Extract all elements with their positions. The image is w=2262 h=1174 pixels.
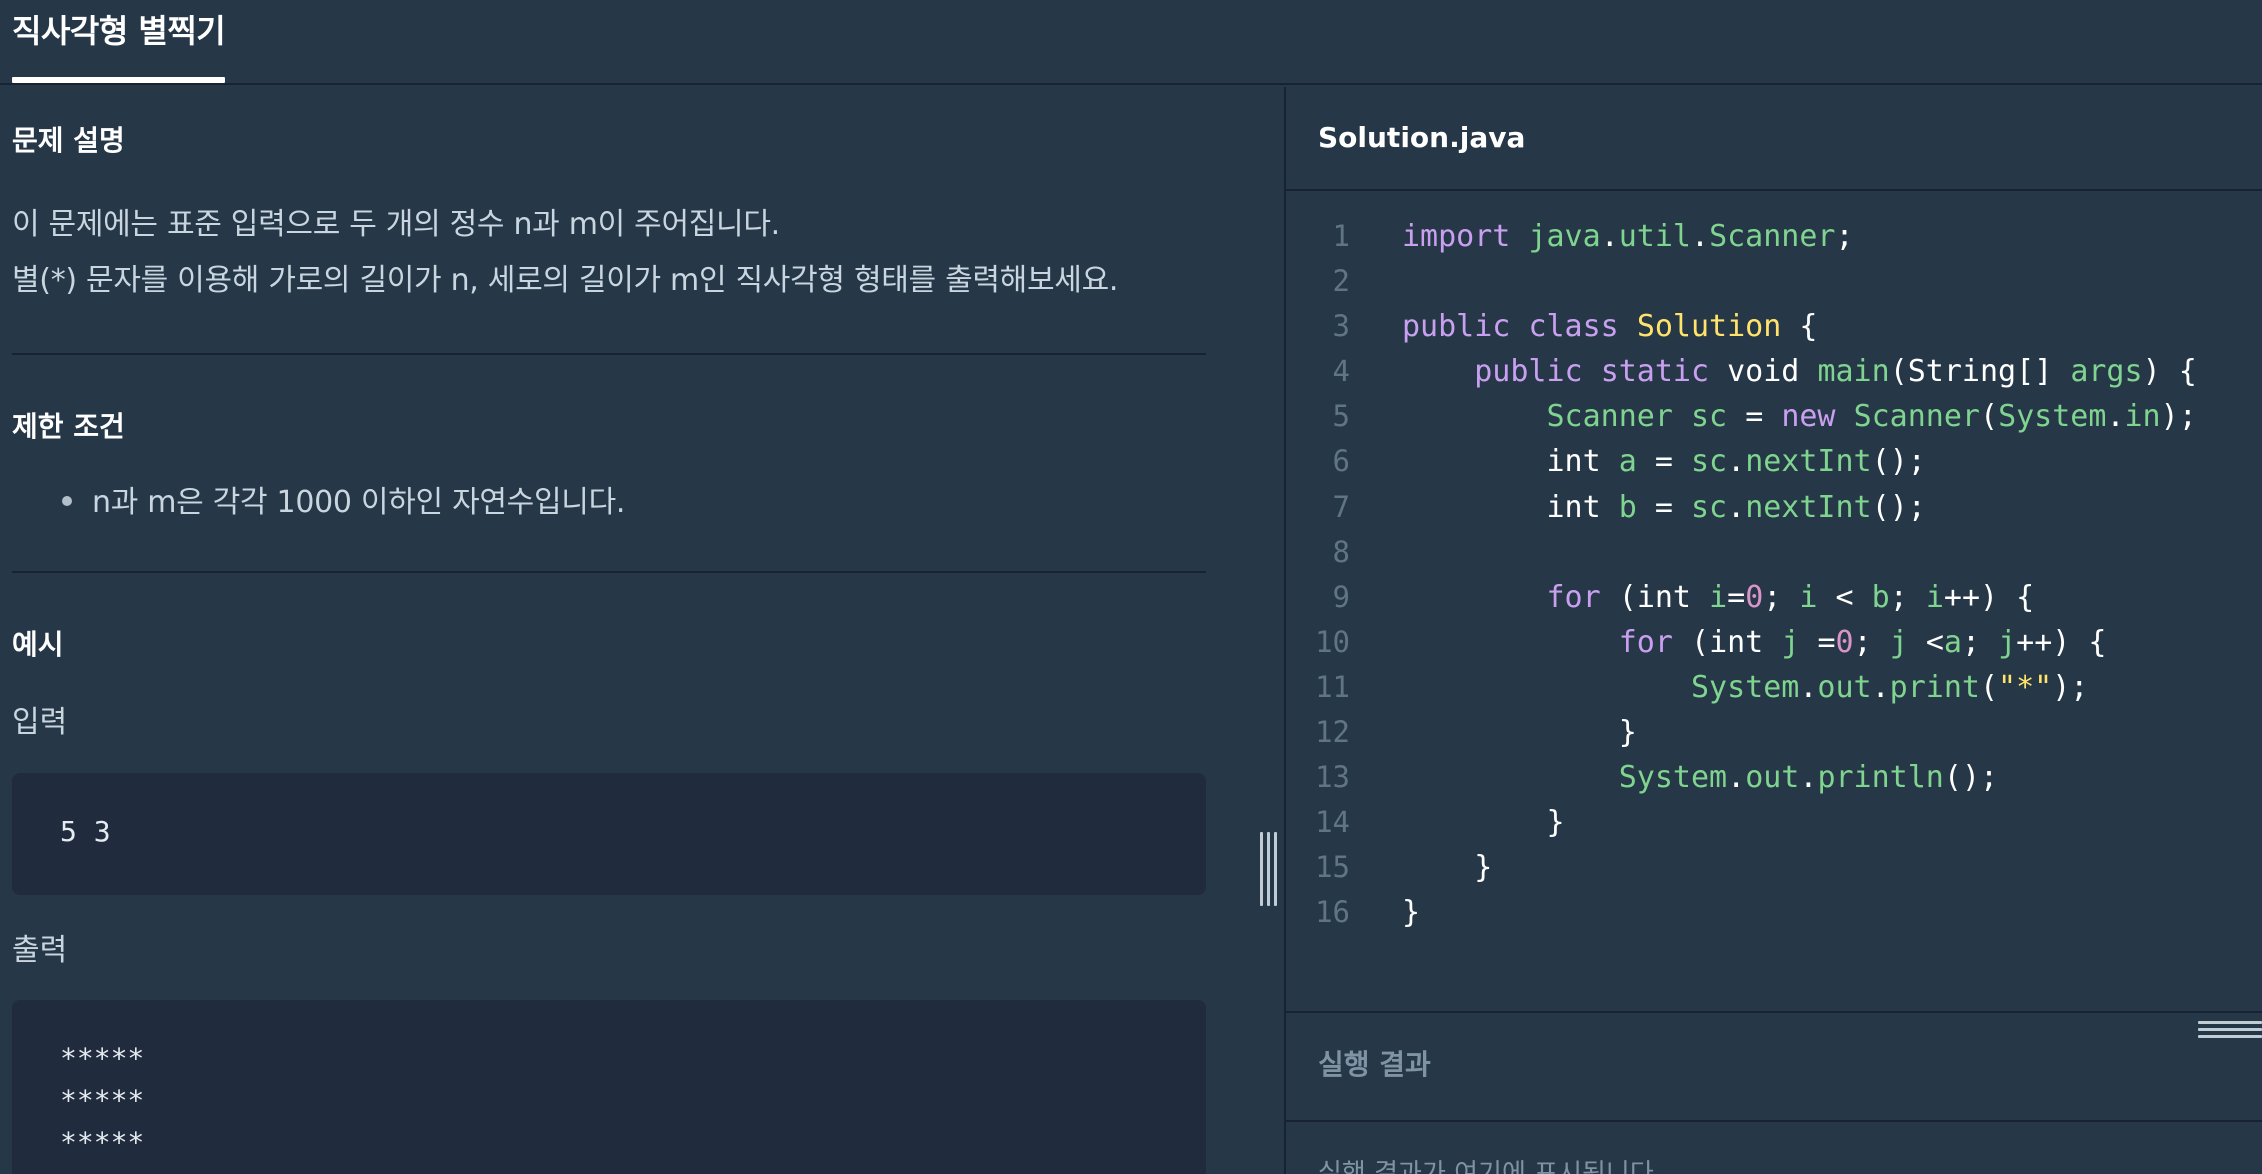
- file-name[interactable]: Solution.java: [1318, 121, 1525, 154]
- vertical-resize-handle[interactable]: [1258, 832, 1280, 906]
- code-line[interactable]: 9 for (int i=0; i < b; i++) {: [1286, 580, 2262, 625]
- line-number: 11: [1315, 669, 1350, 704]
- line-number: 3: [1332, 309, 1350, 344]
- line-number: 16: [1315, 895, 1350, 930]
- divider: [12, 571, 1206, 573]
- input-example-value: 5 3: [60, 815, 111, 848]
- divider: [12, 353, 1206, 355]
- input-label: 입력: [12, 705, 68, 740]
- code-line[interactable]: 1 import java.util.Scanner;: [1286, 219, 2262, 264]
- description-heading: 문제 설명: [12, 124, 125, 157]
- output-example-box: ***** ***** *****: [12, 1000, 1206, 1174]
- problem-panel: 문제 설명 이 문제에는 표준 입력으로 두 개의 정수 n과 m이 주어집니다…: [0, 87, 1284, 1174]
- file-header: Solution.java: [1286, 87, 2262, 191]
- code-line[interactable]: 10 for (int j =0; j <a; j++) {: [1286, 625, 2262, 670]
- input-example-box: 5 3: [12, 773, 1206, 895]
- code-text[interactable]: System.out.println();: [1402, 760, 1998, 795]
- code-text[interactable]: int a = sc.nextInt();: [1402, 444, 1926, 479]
- result-divider: [1286, 1011, 2262, 1013]
- line-number: 2: [1332, 264, 1350, 299]
- code-line[interactable]: 8: [1286, 535, 2262, 580]
- constraint-item: n과 m은 각각 1000 이하인 자연수입니다.: [92, 485, 626, 520]
- constraints-heading: 제한 조건: [12, 410, 125, 443]
- tab-problem-title[interactable]: 직사각형 별찍기: [12, 6, 226, 52]
- code-text[interactable]: Scanner sc = new Scanner(System.in);: [1402, 399, 2197, 434]
- code-text[interactable]: System.out.print("*");: [1402, 670, 2088, 705]
- line-number: 14: [1315, 805, 1350, 840]
- active-tab-indicator: [12, 77, 225, 83]
- code-text[interactable]: for (int i=0; i < b; i++) {: [1402, 580, 2035, 615]
- code-text[interactable]: import java.util.Scanner;: [1402, 219, 1854, 254]
- output-example-line: *****: [60, 1042, 145, 1075]
- code-line[interactable]: 15 }: [1286, 850, 2262, 895]
- code-editor[interactable]: 1 import java.util.Scanner; 2 3 public class…: [1286, 193, 2262, 1011]
- line-number: 13: [1315, 760, 1350, 795]
- line-number: 7: [1332, 489, 1350, 524]
- line-number: 6: [1332, 444, 1350, 479]
- example-heading: 예시: [12, 628, 64, 661]
- result-heading: 실행 결과: [1318, 1048, 1431, 1081]
- code-line[interactable]: 16}: [1286, 895, 2262, 940]
- code-line[interactable]: 4 public static void main(String[] args)…: [1286, 354, 2262, 399]
- code-text[interactable]: int b = sc.nextInt();: [1402, 490, 1926, 525]
- top-tab-bar: 직사각형 별찍기: [0, 0, 2262, 85]
- code-line[interactable]: 13 System.out.println();: [1286, 760, 2262, 805]
- line-number: 15: [1315, 850, 1350, 885]
- description-line-2: 별(*) 문자를 이용해 가로의 길이가 n, 세로의 길이가 m인 직사각형 …: [12, 263, 1119, 298]
- code-text[interactable]: for (int j =0; j <a; j++) {: [1402, 625, 2107, 660]
- output-example-line: *****: [60, 1126, 145, 1159]
- line-number: 4: [1332, 354, 1350, 389]
- code-line[interactable]: 2: [1286, 264, 2262, 309]
- line-number: 5: [1332, 399, 1350, 434]
- code-line[interactable]: 11 System.out.print("*");: [1286, 670, 2262, 715]
- editor-panel: Solution.java 1 import java.util.Scanner;…: [1286, 87, 2262, 1174]
- output-label: 출력: [12, 933, 68, 968]
- horizontal-resize-handle[interactable]: [2198, 1019, 2262, 1041]
- code-line[interactable]: 7 int b = sc.nextInt();: [1286, 490, 2262, 535]
- code-line[interactable]: 12 }: [1286, 715, 2262, 760]
- code-text[interactable]: public class Solution {: [1402, 309, 1817, 344]
- line-number: 10: [1315, 624, 1350, 659]
- line-number: 8: [1332, 534, 1350, 569]
- code-text[interactable]: }: [1402, 895, 1420, 930]
- bullet-dot: [62, 496, 72, 506]
- code-text[interactable]: }: [1402, 805, 1565, 840]
- code-text[interactable]: }: [1402, 715, 1637, 750]
- code-line[interactable]: 6 int a = sc.nextInt();: [1286, 444, 2262, 489]
- description-line-1: 이 문제에는 표준 입력으로 두 개의 정수 n과 m이 주어집니다.: [12, 207, 780, 242]
- code-text[interactable]: public static void main(String[] args) {: [1402, 354, 2197, 389]
- line-number: 9: [1332, 579, 1350, 614]
- line-number: 1: [1332, 219, 1350, 253]
- result-output: 실행 결과가 여기에 표시됩니다.: [1318, 1159, 1663, 1174]
- line-number: 12: [1315, 715, 1350, 750]
- output-example-line: *****: [60, 1084, 145, 1117]
- code-text[interactable]: }: [1402, 850, 1492, 885]
- code-line[interactable]: 3 public class Solution {: [1286, 309, 2262, 354]
- code-line[interactable]: 5 Scanner sc = new Scanner(System.in);: [1286, 399, 2262, 444]
- result-divider: [1286, 1120, 2262, 1122]
- code-line[interactable]: 14 }: [1286, 805, 2262, 850]
